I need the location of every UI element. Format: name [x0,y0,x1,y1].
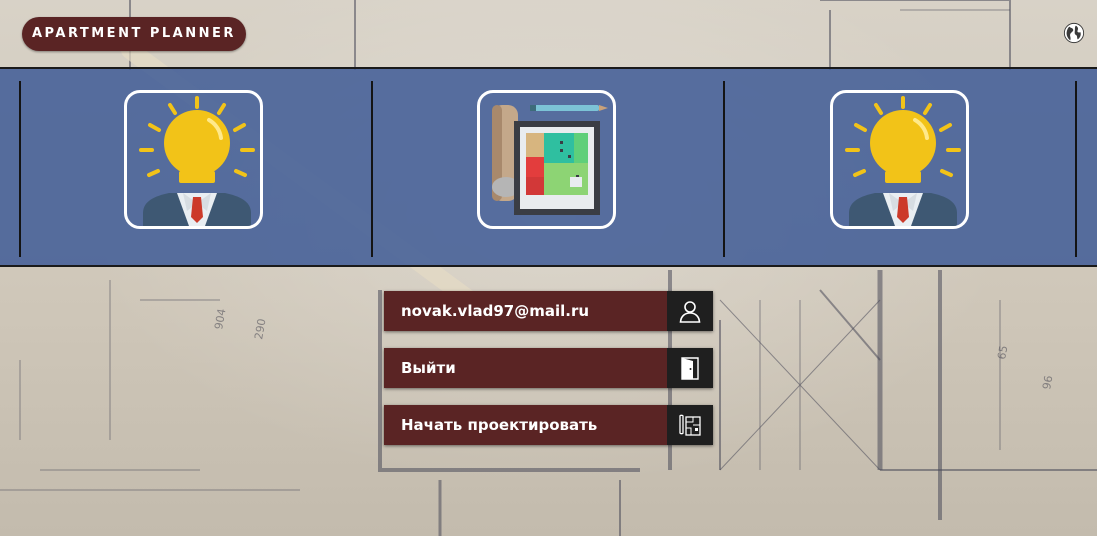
svg-text:904: 904 [212,308,228,331]
account-icon-box [667,291,713,331]
floor-plan-icon [679,414,701,436]
feature-banner [0,67,1097,267]
lightbulb-head-icon [139,96,255,226]
start-icon-box [667,405,713,445]
tile-idea-person-2[interactable] [830,90,969,229]
banner-divider [19,81,21,257]
globe-icon[interactable] [1063,22,1085,44]
account-button[interactable]: novak.vlad97@mail.ru [384,291,713,331]
blueprint-plan-icon [492,105,608,215]
banner-divider [723,81,725,257]
start-designing-button[interactable]: Начать проектировать [384,405,713,445]
logout-button[interactable]: Выйти [384,348,713,388]
account-email-label: novak.vlad97@mail.ru [401,302,590,320]
svg-text:96: 96 [1040,374,1055,390]
svg-text:290: 290 [252,318,268,341]
lightbulb-head-icon [845,96,961,226]
start-designing-label: Начать проектировать [401,416,598,434]
tile-idea-person[interactable] [124,90,263,229]
user-icon [679,301,701,323]
banner-divider [371,81,373,257]
app-logo: APARTMENT PLANNER [22,17,246,51]
door-exit-icon [681,357,699,380]
logout-icon-box [667,348,713,388]
banner-divider [1075,81,1077,257]
logout-label: Выйти [401,359,456,377]
svg-text:65: 65 [995,344,1010,360]
tile-blueprint[interactable] [477,90,616,229]
